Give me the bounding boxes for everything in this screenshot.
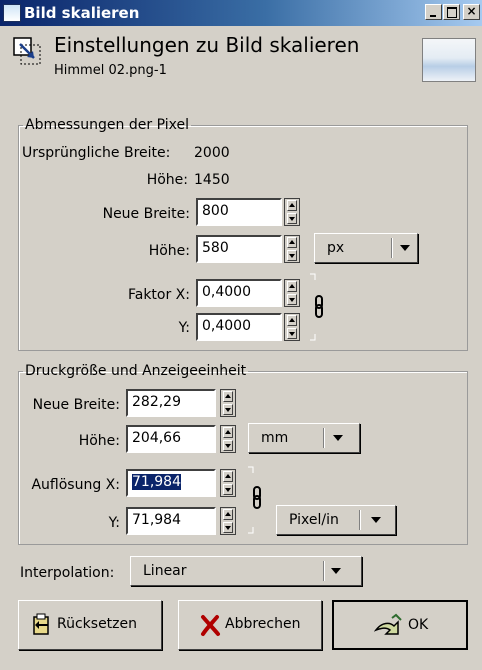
chain-link-icon[interactable] [246,465,262,535]
pixel-unit-value: px [327,240,345,256]
ok-label: OK [408,617,429,633]
maximize-button[interactable] [443,4,460,20]
cancel-x-icon [201,615,220,636]
resolution-x-input[interactable]: 71,984 [126,469,216,497]
image-thumbnail [422,38,476,82]
interpolation-value: Linear [143,563,187,579]
dialog-title: Einstellungen zu Bild skalieren [54,33,360,57]
original-width-value: 2000 [194,145,230,161]
reset-label: Rücksetzen [57,616,138,632]
cancel-button[interactable]: Abbrechen [178,600,322,650]
print-unit-select[interactable]: mm [248,423,360,453]
resolution-y-label: Y: [108,515,120,531]
pixel-unit-select[interactable]: px [314,233,418,263]
chevron-down-icon [333,435,343,441]
print-height-label: Höhe: [78,433,120,449]
chevron-down-icon [400,245,410,251]
factor-y-input[interactable]: 0,4000 [196,313,282,341]
print-unit-value: mm [261,430,289,446]
factor-y-spinner[interactable] [284,313,300,341]
window-icon [3,4,21,22]
factor-x-spinner[interactable] [284,279,300,307]
print-width-spinner[interactable] [220,389,236,417]
chain-link-icon[interactable] [308,272,324,342]
title-bar[interactable]: Bild skalieren × [0,0,482,26]
ok-check-icon [374,613,402,635]
height-spinner[interactable] [284,235,300,263]
new-width-input[interactable]: 800 [196,198,282,226]
cancel-label: Abbrechen [225,616,301,632]
factor-y-label: Y: [178,320,190,336]
resolution-unit-value: Pixel/in [289,512,339,528]
chevron-down-icon [371,517,381,523]
window-title: Bild skalieren [24,4,140,22]
height-label: Höhe: [148,243,190,259]
new-width-spinner[interactable] [284,198,300,226]
resolution-x-label: Auflösung X: [31,477,120,493]
minimize-button[interactable] [425,4,442,20]
original-height-label: Höhe: [146,172,188,188]
resolution-x-value: 71,984 [132,474,181,490]
print-height-spinner[interactable] [220,425,236,453]
height-input[interactable]: 580 [196,235,282,263]
resolution-x-spinner[interactable] [220,469,236,497]
reset-icon [33,613,49,635]
print-width-label: Neue Breite: [32,397,120,413]
resolution-y-input[interactable]: 71,984 [126,507,216,535]
original-height-value: 1450 [194,172,230,188]
image-name: Himmel 02.png-1 [54,63,167,78]
scale-image-icon [13,37,41,65]
factor-x-input[interactable]: 0,4000 [196,279,282,307]
new-width-label: Neue Breite: [102,206,190,222]
close-button[interactable]: × [463,4,480,20]
pixel-dimensions-legend: Abmessungen der Pixel [25,117,189,133]
interpolation-select[interactable]: Linear [130,556,362,586]
print-width-input[interactable]: 282,29 [126,389,216,417]
reset-button[interactable]: Rücksetzen [18,600,162,650]
print-height-input[interactable]: 204,66 [126,425,216,453]
close-icon: × [466,4,477,18]
resolution-y-spinner[interactable] [220,507,236,535]
chevron-down-icon [331,568,341,574]
resolution-unit-select[interactable]: Pixel/in [276,505,396,535]
original-width-label: Ursprüngliche Breite: [22,145,171,161]
ok-button[interactable]: OK [332,600,468,650]
print-size-legend: Druckgröße und Anzeigeeinheit [25,363,247,379]
factor-x-label: Faktor X: [127,287,190,303]
interpolation-label: Interpolation: [20,565,115,581]
